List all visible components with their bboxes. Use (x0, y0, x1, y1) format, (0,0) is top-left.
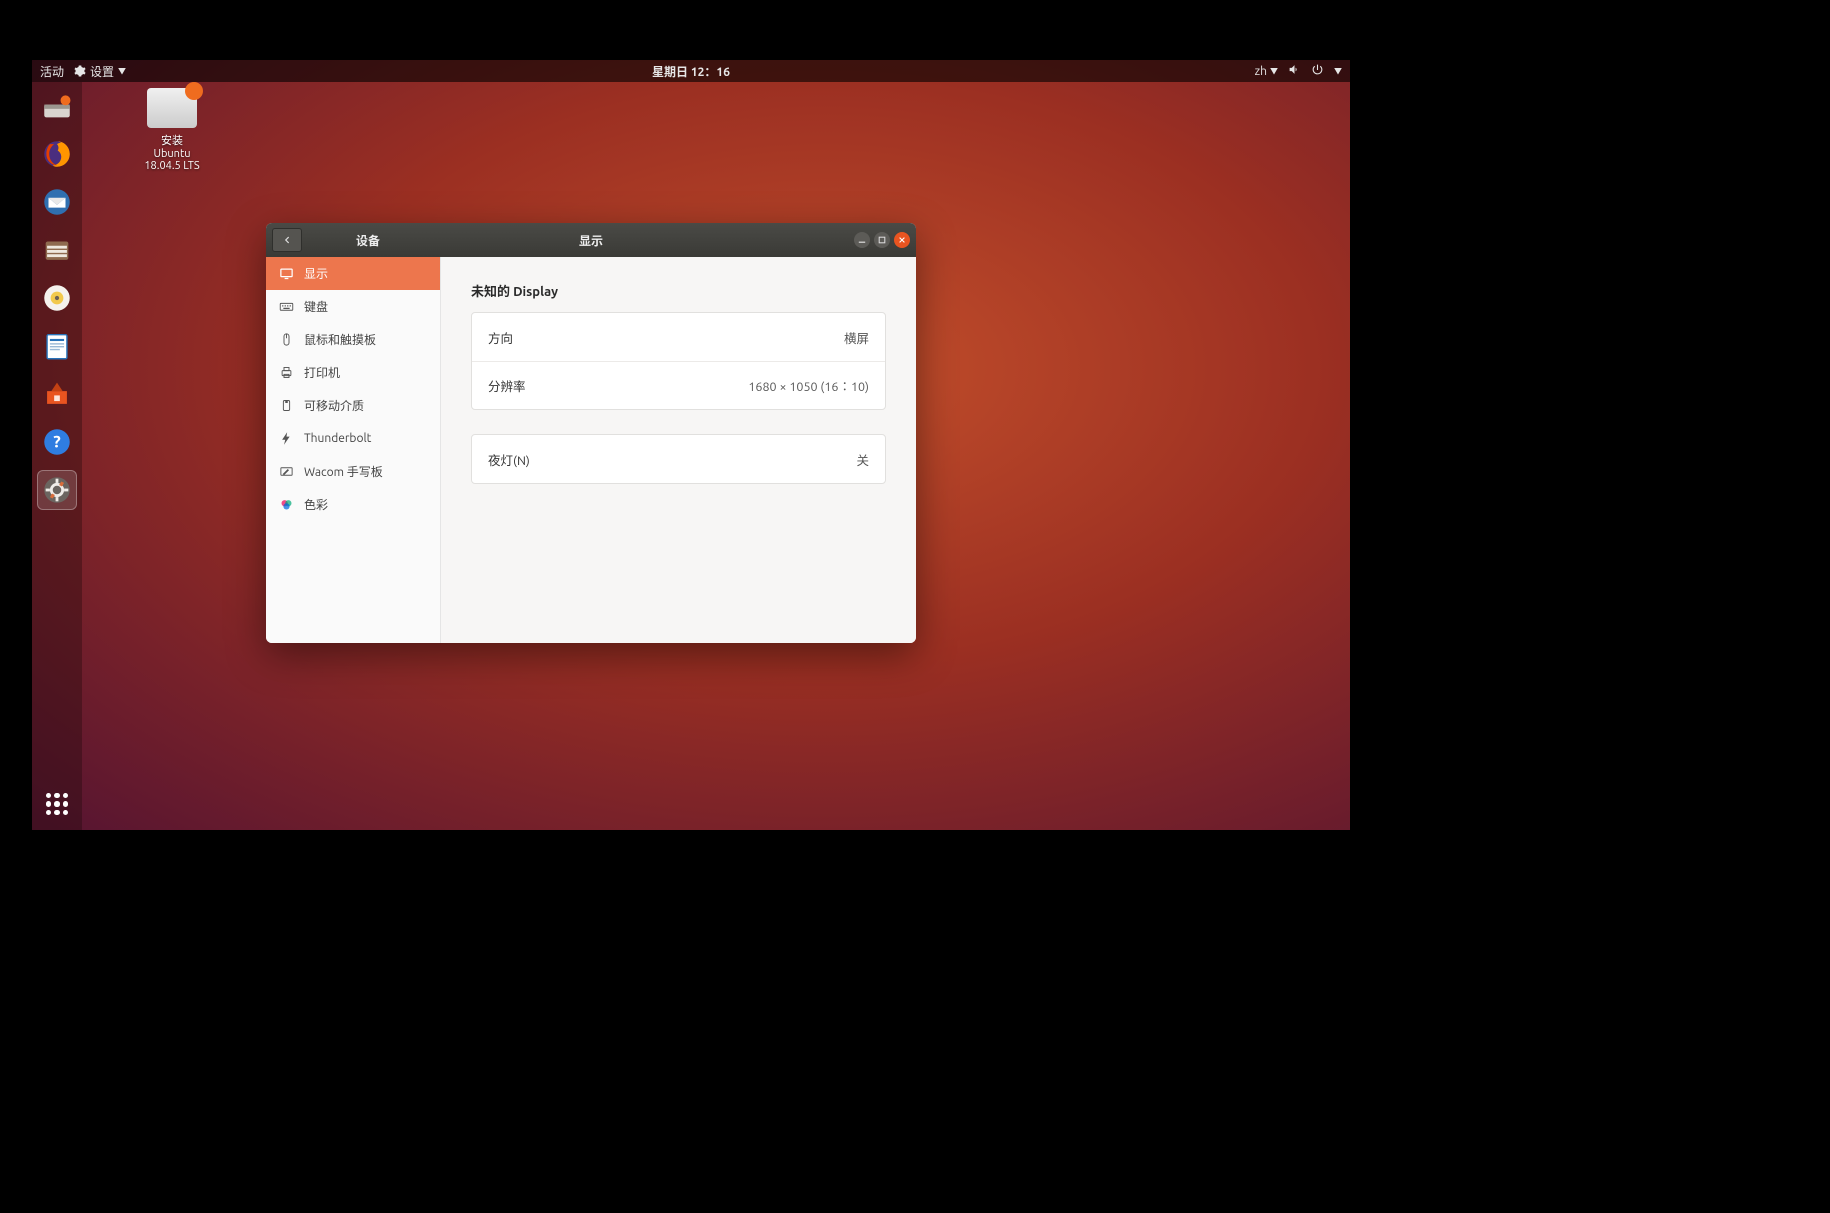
gear-icon (74, 65, 86, 77)
dock-item-thunderbird[interactable] (37, 182, 77, 222)
row-label: 分辨率 (488, 376, 526, 395)
input-method-indicator[interactable]: zh ▼ (1255, 65, 1278, 78)
minimize-icon (858, 236, 866, 244)
sidebar-item-printers[interactable]: 打印机 (266, 356, 440, 389)
desktop-icon-label: 安装 Ubuntu 18.04.5 LTS (122, 132, 222, 172)
color-icon (278, 497, 294, 513)
sidebar-item-label: 键盘 (304, 298, 328, 315)
thunderbolt-icon (278, 431, 294, 447)
resolution-row[interactable]: 分辨率 1680 × 1050 (16∶10) (472, 361, 885, 409)
dock-item-firefox[interactable] (37, 134, 77, 174)
row-value: 关 (856, 450, 869, 469)
row-value: 横屏 (844, 328, 869, 347)
maximize-icon (878, 236, 886, 244)
dock-item-writer[interactable] (37, 326, 77, 366)
sidebar-item-label: Thunderbolt (304, 432, 371, 445)
sidebar-item-removable-media[interactable]: 可移动介质 (266, 389, 440, 422)
settings-sidebar: 显示 键盘 鼠标和触摸板 打印机 可移动介质 (266, 257, 441, 643)
nightlight-row[interactable]: 夜灯(N) 关 (472, 435, 885, 483)
header-section-title: 设备 (308, 232, 428, 249)
tablet-icon (278, 464, 294, 480)
dock-item-software[interactable] (37, 374, 77, 414)
sidebar-item-display[interactable]: 显示 (266, 257, 440, 290)
sidebar-item-wacom[interactable]: Wacom 手写板 (266, 455, 440, 488)
sidebar-item-color[interactable]: 色彩 (266, 488, 440, 521)
maximize-button[interactable] (874, 232, 890, 248)
chevron-down-icon: ▼ (1270, 66, 1278, 77)
svg-text:?: ? (53, 433, 61, 452)
close-icon (898, 236, 906, 244)
settings-content: 未知的 Display 方向 横屏 分辨率 1680 × 1050 (16∶10… (441, 257, 916, 643)
dock: ? (32, 82, 82, 830)
nightlight-panel: 夜灯(N) 关 (471, 434, 886, 484)
display-settings-panel: 方向 横屏 分辨率 1680 × 1050 (16∶10) (471, 312, 886, 410)
sidebar-item-label: 色彩 (304, 496, 328, 513)
dock-item-upgrade[interactable] (37, 86, 77, 126)
sidebar-item-thunderbolt[interactable]: Thunderbolt (266, 422, 440, 455)
apps-grid-icon (46, 793, 68, 815)
power-icon[interactable] (1311, 63, 1324, 79)
display-heading: 未知的 Display (471, 281, 886, 300)
close-button[interactable] (894, 232, 910, 248)
row-value: 1680 × 1050 (16∶10) (748, 376, 869, 395)
sidebar-item-label: 显示 (304, 265, 328, 282)
removable-media-icon (278, 398, 294, 414)
dock-item-settings[interactable] (37, 470, 77, 510)
printer-icon (278, 365, 294, 381)
sidebar-item-label: Wacom 手写板 (304, 463, 383, 480)
dock-item-files[interactable] (37, 230, 77, 270)
settings-window: 设备 显示 显示 键盘 鼠标和触摸板 (266, 223, 916, 643)
dock-item-rhythmbox[interactable] (37, 278, 77, 318)
volume-icon[interactable] (1288, 63, 1301, 79)
sidebar-item-label: 鼠标和触摸板 (304, 331, 376, 348)
chevron-down-icon: ▼ (118, 66, 126, 77)
row-label: 夜灯(N) (488, 450, 530, 469)
sidebar-item-keyboard[interactable]: 键盘 (266, 290, 440, 323)
chevron-down-icon: ▼ (1334, 66, 1342, 77)
activities-button[interactable]: 活动 (40, 63, 64, 80)
chevron-left-icon (282, 235, 292, 245)
desktop-screen: 活动 设置 ▼ 星期日 12：16 zh ▼ ▼ (32, 60, 1350, 830)
keyboard-icon (278, 299, 294, 315)
show-applications-button[interactable] (37, 784, 77, 824)
sidebar-item-label: 可移动介质 (304, 397, 364, 414)
sidebar-item-label: 打印机 (304, 364, 340, 381)
minimize-button[interactable] (854, 232, 870, 248)
clock[interactable]: 星期日 12：16 (652, 63, 730, 80)
app-menu[interactable]: 设置 ▼ (74, 63, 126, 80)
top-bar: 活动 设置 ▼ 星期日 12：16 zh ▼ ▼ (32, 60, 1350, 82)
window-title: 显示 (579, 232, 603, 249)
mouse-icon (278, 332, 294, 348)
row-label: 方向 (488, 328, 513, 347)
desktop-icon-install-ubuntu[interactable]: 安装 Ubuntu 18.04.5 LTS (122, 88, 222, 172)
back-button[interactable] (272, 228, 302, 252)
orientation-row[interactable]: 方向 横屏 (472, 313, 885, 361)
dock-item-help[interactable]: ? (37, 422, 77, 462)
display-icon (278, 266, 294, 282)
window-titlebar[interactable]: 设备 显示 (266, 223, 916, 257)
sidebar-item-mouse-touchpad[interactable]: 鼠标和触摸板 (266, 323, 440, 356)
drive-icon (147, 88, 197, 128)
